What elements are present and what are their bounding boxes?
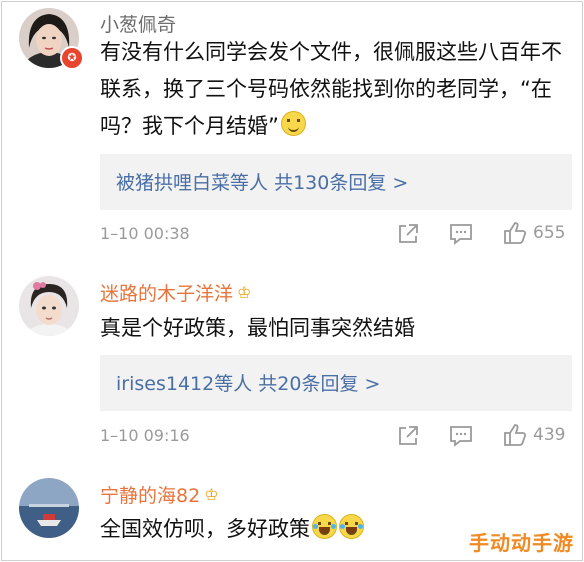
smile-emoji-icon [280,111,306,136]
username[interactable]: 迷路的木子洋洋 ♔ [100,279,251,306]
username[interactable]: 宁静的海82 ♔ [100,481,219,508]
timestamp: 1–10 00:38 [100,224,190,243]
comment-icon[interactable] [448,424,474,452]
laugh-cry-emoji-icon [312,514,337,539]
reply-count-link[interactable]: 共20条回复 > [258,373,380,395]
laugh-cry-emoji-icon [339,514,364,539]
like-count: 655 [533,223,566,243]
comment-body: 真是个好政策，最怕同事突然结婚 [100,316,415,340]
avatar[interactable] [19,276,79,336]
reply-users[interactable]: irises1412 [116,373,214,395]
verified-badge-icon: ✪ [60,46,84,70]
comment-icon[interactable] [448,222,474,250]
avatar-image [19,478,79,538]
reply-summary[interactable]: 被猪拱哩白菜等人 共130条回复 > [100,154,572,210]
share-icon[interactable] [396,424,420,452]
avatar-image [19,276,79,336]
reply-mid: 等人 [214,373,259,395]
reply-count-link[interactable]: 共130条回复 > [274,172,408,194]
comment-body: 有没有什么同学会发个文件，很佩服这些八百年不联系，换了三个号码依然能找到你的老同… [100,40,562,138]
reply-summary-text: irises1412等人 共20条回复 > [116,369,380,396]
comment-text: 有没有什么同学会发个文件，很佩服这些八百年不联系，换了三个号码依然能找到你的老同… [100,34,570,145]
reply-summary[interactable]: irises1412等人 共20条回复 > [100,355,572,411]
avatar[interactable] [19,478,79,538]
share-icon[interactable] [396,222,420,250]
crown-icon: ♔ [204,485,219,504]
thumbs-up-icon[interactable] [502,220,528,250]
like-count: 439 [533,425,566,445]
timestamp: 1–10 09:16 [100,426,190,445]
watermark: 手动动手游 [469,531,574,555]
reply-summary-text: 被猪拱哩白菜等人 共130条回复 > [116,168,408,195]
comment-feed: ✪ 小葱佩奇 有没有什么同学会发个文件，很佩服这些八百年不联系，换了三个号码依然… [1,1,583,561]
reply-users[interactable]: 被猪拱哩白菜 [116,172,230,194]
username-label: 宁静的海82 [100,485,201,507]
thumbs-up-icon[interactable] [502,422,528,452]
comment-body: 全国效仿呗，多好政策 [100,517,310,541]
username[interactable]: 小葱佩奇 [100,10,176,37]
comment-text: 真是个好政策，最怕同事突然结婚 [100,310,570,347]
username-label: 小葱佩奇 [100,14,177,36]
reply-mid: 等人 [230,172,275,194]
crown-icon: ♔ [237,283,252,302]
username-label: 迷路的木子洋洋 [100,283,234,305]
